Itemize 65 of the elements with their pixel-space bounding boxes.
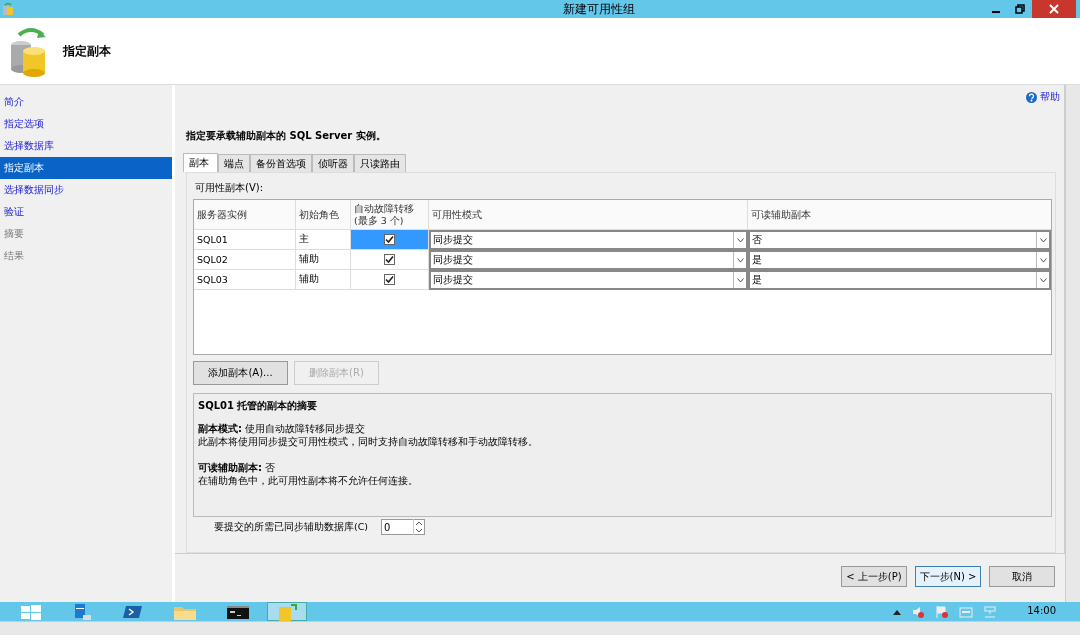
help-icon bbox=[1026, 91, 1037, 103]
readable-dropdown[interactable]: 是 bbox=[748, 270, 1051, 290]
page-title: 指定副本 bbox=[63, 42, 111, 60]
mode-dropdown[interactable]: 同步提交 bbox=[429, 230, 748, 250]
add-replica-button[interactable]: 添加副本(A)... bbox=[193, 361, 288, 385]
chevron-down-icon bbox=[1039, 257, 1047, 263]
summary-text: 此副本将使用同步提交可用性模式，同时支持自动故障转移和手动故障转移。 bbox=[198, 435, 539, 448]
sidebar-item[interactable]: 选择数据同步 bbox=[0, 179, 172, 201]
table-cell: SQL03 bbox=[194, 270, 296, 290]
close-button[interactable] bbox=[1032, 0, 1076, 18]
instruction-text: 指定要承载辅助副本的 SQL Server 实例。 bbox=[186, 129, 387, 143]
chevron-down-icon bbox=[736, 277, 744, 283]
wizard-button[interactable]: 取消 bbox=[989, 566, 1055, 587]
checkbox[interactable] bbox=[384, 234, 395, 245]
chevron-up-icon[interactable] bbox=[893, 608, 902, 615]
tab[interactable]: 备份首选项 bbox=[250, 154, 312, 172]
help-link[interactable]: 帮助 bbox=[1026, 89, 1060, 105]
spinner-arrows-icon bbox=[414, 519, 424, 535]
mode-dropdown[interactable]: 同步提交 bbox=[429, 270, 748, 290]
sidebar-item[interactable]: 指定选项 bbox=[0, 113, 172, 135]
close-icon bbox=[1049, 4, 1059, 14]
table-cell: SQL02 bbox=[194, 250, 296, 270]
table-cell: 辅助 bbox=[296, 250, 351, 270]
wizard-button[interactable]: < 上一步(P) bbox=[841, 566, 907, 587]
checkbox-cell[interactable] bbox=[351, 250, 429, 270]
summary-text: 在辅助角色中，此可用性副本将不允许任何连接。 bbox=[198, 474, 419, 487]
checkbox-cell[interactable] bbox=[351, 230, 429, 250]
tab[interactable]: 侦听器 bbox=[312, 154, 354, 172]
column-header: 初始角色 bbox=[296, 200, 351, 230]
horizontal-scrollbar[interactable] bbox=[0, 621, 1080, 635]
restore-icon bbox=[1015, 4, 1025, 14]
chevron-down-icon bbox=[736, 257, 744, 263]
summary-text: 副本模式: 使用自动故障转移同步提交 bbox=[198, 422, 367, 435]
table-cell: 辅助 bbox=[296, 270, 351, 290]
summary-text: 可读辅助副本: 否 bbox=[198, 461, 277, 474]
sidebar-item[interactable]: 指定副本 bbox=[0, 157, 172, 179]
sync-label: 要提交的所需已同步辅助数据库(C) bbox=[214, 520, 370, 534]
window-title: 新建可用性组 bbox=[562, 0, 635, 18]
readable-dropdown[interactable]: 是 bbox=[748, 250, 1051, 270]
wizard-button[interactable]: 下一步(N) > bbox=[915, 566, 981, 587]
speaker-icon[interactable] bbox=[911, 604, 926, 619]
tab[interactable]: 副本 bbox=[183, 153, 218, 172]
checkbox[interactable] bbox=[384, 274, 395, 285]
chevron-down-icon bbox=[1039, 237, 1047, 243]
sidebar-item[interactable]: 简介 bbox=[0, 91, 172, 113]
mode-dropdown[interactable]: 同步提交 bbox=[429, 250, 748, 270]
vertical-scrollbar[interactable] bbox=[1065, 85, 1080, 602]
sidebar-item[interactable]: 选择数据库 bbox=[0, 135, 172, 157]
column-header: 服务器实例 bbox=[194, 200, 296, 230]
minimize-icon bbox=[992, 11, 1000, 13]
summary-title: SQL01 托管的副本的摘要 bbox=[198, 399, 319, 413]
table-cell: SQL01 bbox=[194, 230, 296, 250]
chevron-down-icon bbox=[736, 237, 744, 243]
checkbox[interactable] bbox=[384, 254, 395, 265]
chevron-down-icon bbox=[1039, 277, 1047, 283]
clock: 14:00 bbox=[1027, 604, 1056, 616]
tab[interactable]: 只读路由 bbox=[354, 154, 406, 172]
number-spinner[interactable]: 0 bbox=[381, 519, 425, 535]
sidebar-item[interactable]: 验证 bbox=[0, 201, 172, 223]
checkbox-cell[interactable] bbox=[351, 270, 429, 290]
database-icon bbox=[2, 2, 14, 16]
tab[interactable]: 端点 bbox=[218, 154, 250, 172]
readable-dropdown[interactable]: 否 bbox=[748, 230, 1051, 250]
flag-icon[interactable] bbox=[935, 604, 950, 619]
replicas-label: 可用性副本(V): bbox=[195, 181, 264, 195]
